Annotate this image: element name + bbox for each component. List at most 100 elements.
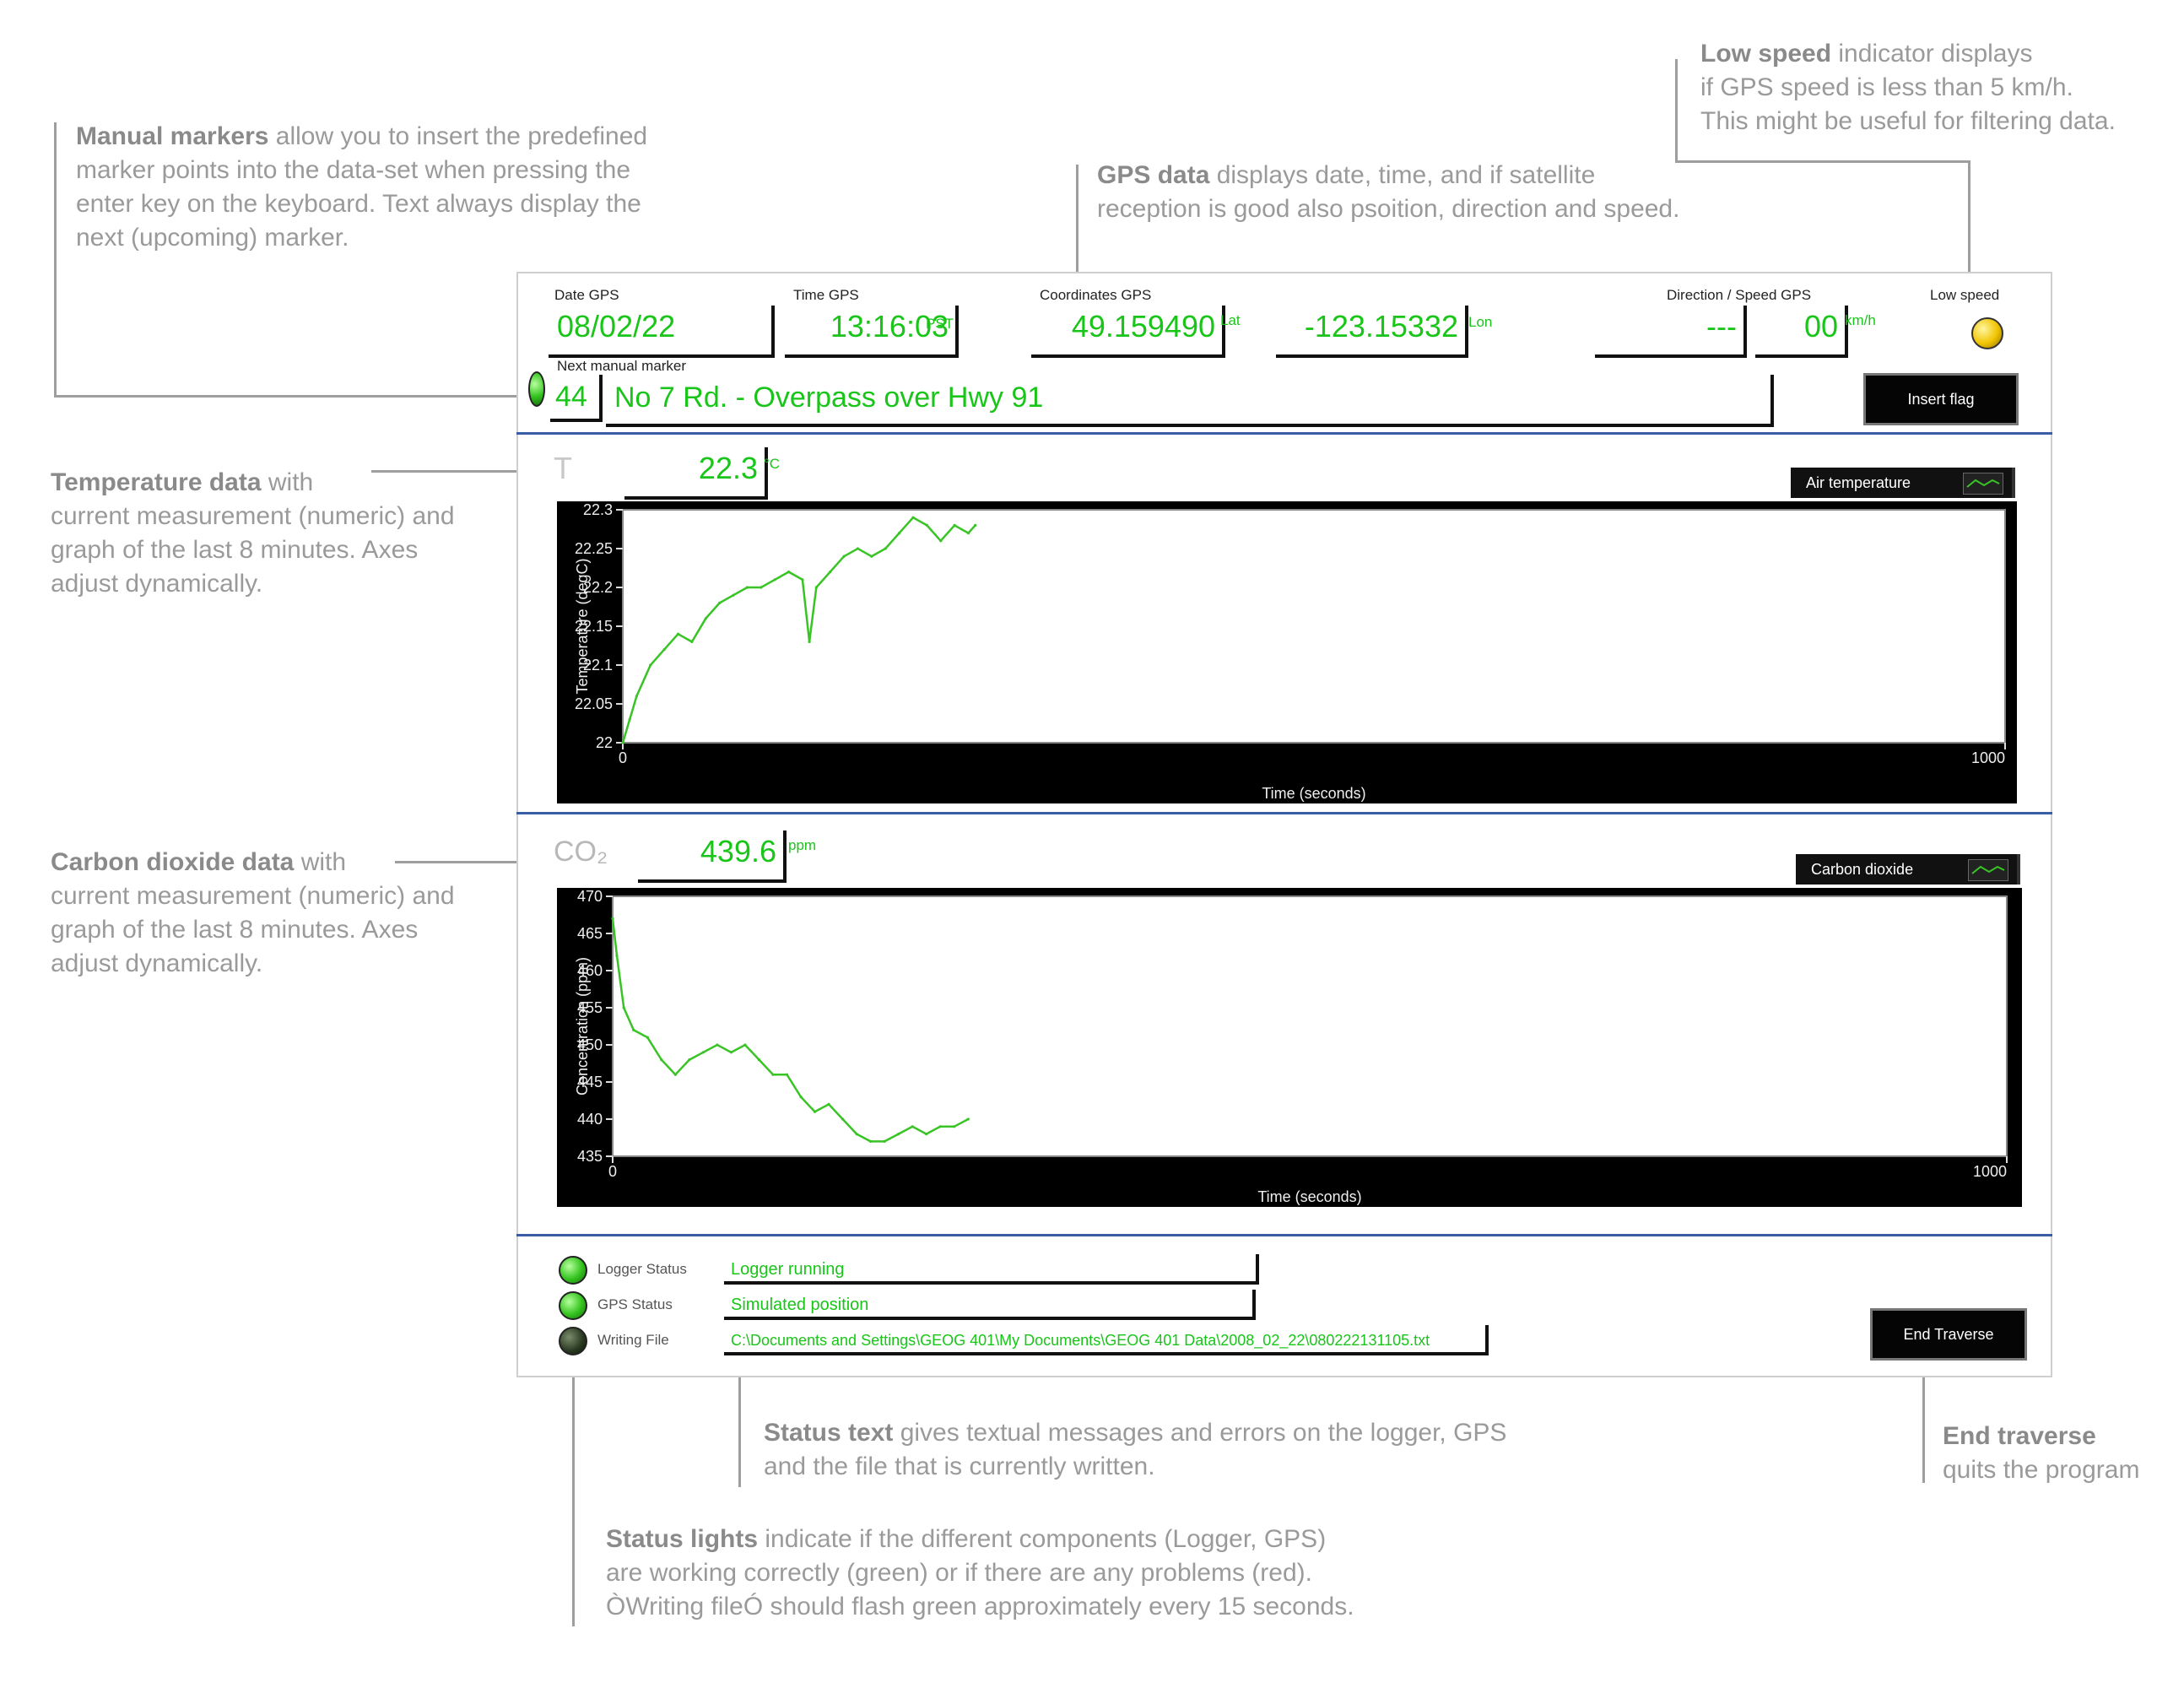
co2-value-field: 439.6: [638, 830, 787, 883]
co2-y-tick-label: 435: [577, 1148, 603, 1165]
temperature-data-point: [760, 586, 763, 589]
temperature-y-tick-label: 22.05: [575, 695, 613, 712]
temperature-chart: 22 22.05 22.1 22.15 22.2 22.25 22.3 0 1000 Time (…: [557, 501, 2017, 803]
temperature-data-point: [884, 547, 887, 550]
temperature-data-point: [704, 617, 707, 620]
leader-line-low-speed-h: [1675, 160, 1970, 163]
end-traverse-button[interactable]: End Traverse: [1870, 1308, 2027, 1361]
marker-number-field[interactable]: 44: [550, 375, 603, 422]
co2-data-point: [827, 1102, 830, 1106]
temperature-plot-area: [622, 509, 2006, 744]
co2-data-point: [757, 1058, 761, 1062]
temperature-unit: °C: [764, 456, 781, 472]
temperature-data-point: [745, 586, 749, 589]
co2-data-point: [897, 1133, 900, 1136]
logger-status-light-icon: [559, 1256, 587, 1285]
temperature-label: T: [554, 451, 572, 485]
temperature-y-tick-label: 22.25: [575, 540, 613, 557]
co2-data-point: [925, 1133, 928, 1136]
temperature-data-point: [621, 741, 624, 744]
temperature-y-axis-label: Temperature (degC): [574, 558, 591, 694]
co2-data-point: [938, 1125, 942, 1128]
date-gps-field: 08/02/22: [549, 306, 775, 358]
co2-legend-label: Carbon dioxide: [1811, 861, 1914, 878]
annotation-manual-markers: Manual markers allow you to insert the p…: [76, 122, 648, 252]
temperature-data-point: [898, 532, 901, 535]
co2-y-tick-label: 470: [577, 888, 603, 905]
annotation-end-traverse: End traverse quits the program: [1943, 1422, 2140, 1484]
co2-data-point: [855, 1133, 858, 1136]
co2-data-point: [799, 1096, 803, 1099]
co2-plot-area: [612, 895, 2008, 1157]
temperature-data-point: [676, 632, 680, 636]
longitude-unit: Lon: [1468, 314, 1493, 330]
temperature-data-point: [870, 555, 873, 558]
co2-data-point: [632, 1028, 635, 1031]
co2-data-point: [660, 1058, 663, 1062]
temperature-data-point: [718, 601, 722, 604]
annotation-low-speed: Low speed indicator displays if GPS spee…: [1700, 40, 2116, 135]
temperature-data-point: [925, 523, 928, 527]
temperature-value-field: 22.3: [624, 447, 768, 500]
temperature-data-point: [911, 516, 915, 519]
temperature-x-axis-label: Time (seconds): [1262, 785, 1365, 802]
temperature-data-point: [842, 555, 846, 558]
legend-line-icon: [1963, 473, 2003, 495]
temperature-data-point: [628, 717, 631, 721]
temperature-y-tick-label: 22.3: [583, 501, 613, 518]
direction-field: ---: [1595, 306, 1747, 358]
co2-chart: 435 440 445 450 455 460 465 470 0 1000 Time (secon…: [557, 888, 2022, 1207]
temperature-data-point: [662, 648, 666, 652]
co2-data-point: [911, 1125, 914, 1128]
co2-data-point: [966, 1117, 970, 1121]
annotation-status-lights: Status lights indicate if the different …: [606, 1525, 1354, 1620]
time-unit: PST: [926, 316, 954, 332]
co2-x-tick-label: 0: [608, 1163, 617, 1180]
temperature-data-point: [939, 539, 943, 543]
writing-file-text: C:\Documents and Settings\GEOG 401\My Do…: [724, 1325, 1489, 1355]
co2-data-point: [688, 1058, 691, 1062]
co2-data-point: [883, 1139, 886, 1143]
annotation-status-text: Status text gives textual messages and e…: [764, 1419, 1507, 1480]
leader-line-end-traverse: [1922, 1377, 1925, 1483]
co2-data-point: [646, 1036, 649, 1039]
temperature-data-point: [649, 663, 652, 667]
co2-data-point: [771, 1073, 775, 1076]
longitude-field: -123.15332: [1276, 306, 1468, 358]
co2-chart-svg: 4354404454504554604654700 1000Time (secon…: [574, 888, 2008, 1205]
gps-status-light-icon: [559, 1291, 587, 1320]
leader-line-low-speed: [1675, 59, 1678, 162]
separator-top: [516, 432, 2052, 435]
insert-flag-button[interactable]: Insert flag: [1863, 373, 2019, 425]
temperature-legend-label: Air temperature: [1806, 474, 1911, 491]
annotation-temperature: Temperature data with current measuremen…: [51, 468, 455, 598]
annotation-co2: Carbon dioxide data with current measure…: [51, 848, 455, 977]
legend-line-icon: [1968, 859, 2008, 881]
co2-data-point: [953, 1125, 956, 1128]
temperature-x-tick-label: 1000: [1971, 749, 2005, 766]
logger-status-text: Logger running: [724, 1254, 1259, 1285]
co2-data-point: [841, 1117, 845, 1121]
leader-line-status-lights: [572, 1377, 575, 1626]
latitude-field: 49.159490: [1031, 306, 1225, 358]
gps-status-text: Simulated position: [724, 1290, 1256, 1320]
time-gps-label: Time GPS: [793, 287, 859, 303]
temperature-x-tick-label: 0: [619, 749, 627, 766]
marker-text-field[interactable]: No 7 Rd. - Overpass over Hwy 91: [606, 375, 1774, 427]
co2-data-point: [615, 954, 619, 957]
leader-line-markers: [54, 122, 57, 397]
leader-line-status-text: [738, 1377, 741, 1487]
temperature-chart-svg: 2222.0522.122.1522.222.2522.30 1000Time (…: [574, 501, 2006, 802]
leader-line-markers-h: [54, 395, 527, 398]
temperature-data-point: [808, 640, 811, 643]
co2-data-point: [785, 1073, 789, 1076]
co2-data-point: [716, 1043, 719, 1047]
temperature-legend: Air temperature: [1791, 468, 2015, 498]
co2-x-axis-label: Time (seconds): [1257, 1188, 1361, 1205]
annotation-gps-data: GPS data displays date, time, and if sat…: [1097, 161, 1680, 223]
co2-unit: ppm: [788, 837, 817, 853]
temperature-data-point: [787, 571, 791, 574]
co2-x-tick-label: 1000: [1973, 1163, 2007, 1180]
marker-status-light-icon: [528, 371, 545, 407]
writing-file-light-icon: [559, 1327, 587, 1355]
